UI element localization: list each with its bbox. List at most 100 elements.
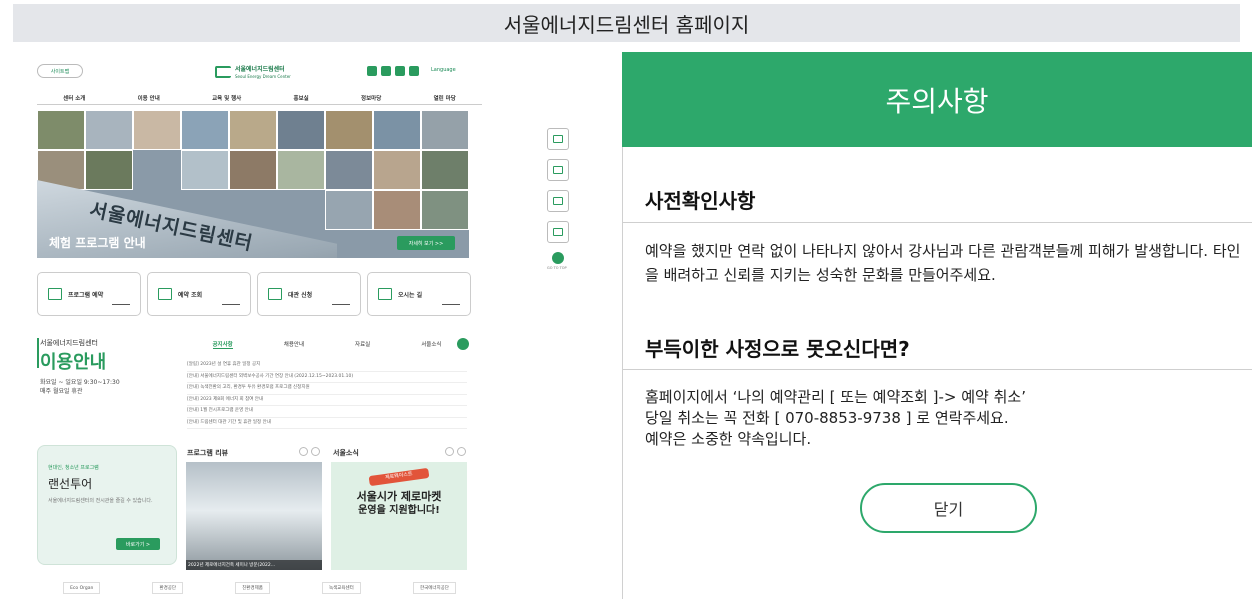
side-quick-menu: GO TO TOP bbox=[547, 128, 575, 270]
hero-banner[interactable]: 서울에너지드림센터 체험 프로그램 안내 자세히 보기 >> bbox=[37, 110, 469, 258]
news-headline-2: 운영을 지원합니다! bbox=[358, 505, 440, 516]
side-reserve-check[interactable] bbox=[547, 159, 569, 181]
partner-logo[interactable]: Eco Organ bbox=[63, 582, 101, 594]
card-title: 랜선투어 bbox=[48, 477, 93, 491]
map-icon bbox=[553, 228, 563, 236]
review-caption: 2022년 제로에너지건축 세미나 방문(2022... bbox=[186, 560, 322, 570]
divider bbox=[623, 222, 1252, 223]
nav-item[interactable]: 센터 소개 bbox=[63, 94, 85, 102]
closed-text: 매주 월요일 휴관 bbox=[40, 388, 83, 395]
photo-tile bbox=[85, 110, 133, 150]
next-icon[interactable] bbox=[457, 447, 466, 456]
sitemap-button[interactable]: 사이트맵 bbox=[37, 64, 83, 78]
photo-tile bbox=[373, 150, 421, 190]
list-item[interactable]: [알림] 2023년 설 연휴 휴관 일정 공지 bbox=[187, 360, 467, 372]
main-nav: 센터 소개 이용 안내 교육 및 행사 홍보실 정보마당 열린 마당 bbox=[37, 94, 482, 102]
partner-logo[interactable]: 환경공단 bbox=[152, 582, 184, 594]
tab-notice[interactable]: 공지사항 bbox=[212, 340, 233, 349]
youtube-icon[interactable] bbox=[409, 66, 419, 76]
photo-tile bbox=[373, 110, 421, 150]
side-directions[interactable] bbox=[547, 221, 569, 243]
caption-text: 서울에너지드림센터 홈페이지 bbox=[503, 12, 750, 37]
nav-item[interactable]: 열린 마당 bbox=[434, 94, 456, 102]
prev-icon[interactable] bbox=[299, 447, 308, 456]
card-go-button[interactable]: 바로가기 > bbox=[116, 538, 160, 550]
quick-program-reserve[interactable]: 프로그램 예약 bbox=[37, 272, 141, 316]
section-title-precheck: 사전확인사항 bbox=[645, 189, 756, 213]
photo-tile bbox=[325, 110, 373, 150]
section-title-cancel: 부득이한 사정으로 못오신다면? bbox=[645, 337, 910, 361]
tab-recruit[interactable]: 채용안내 bbox=[284, 340, 304, 349]
seoul-news-image[interactable]: 제로웨이스트 서울시가 제로마켓 운영을 지원합니다! bbox=[331, 462, 467, 570]
caption-bar: 서울에너지드림센터 홈페이지 bbox=[13, 4, 1240, 42]
arrow-icon bbox=[442, 304, 460, 305]
hero-more-button[interactable]: 자세히 보기 >> bbox=[397, 236, 455, 250]
quick-label: 오시는 길 bbox=[398, 291, 423, 299]
building-icon bbox=[48, 288, 62, 300]
tab-archive[interactable]: 자료실 bbox=[355, 340, 370, 349]
partner-logo[interactable]: 한국에너지공단 bbox=[412, 582, 456, 594]
side-rental[interactable] bbox=[547, 190, 569, 212]
side-program-reserve[interactable] bbox=[547, 128, 569, 150]
close-button[interactable]: 닫기 bbox=[860, 483, 1037, 533]
arrow-icon bbox=[112, 304, 130, 305]
quick-rental[interactable]: 대관 신청 bbox=[257, 272, 361, 316]
list-item[interactable]: [안내] 드림센터 대관 기간 및 휴관 일정 안내 bbox=[187, 418, 467, 429]
nav-item[interactable]: 이용 안내 bbox=[138, 94, 160, 102]
prev-icon[interactable] bbox=[445, 447, 454, 456]
nav-item[interactable]: 정보마당 bbox=[361, 94, 381, 102]
popup-header: 주의사항 bbox=[622, 52, 1252, 147]
nav-item[interactable]: 홍보실 bbox=[294, 94, 309, 102]
photo-tile bbox=[229, 110, 277, 150]
news-headline-1: 서울시가 제로마켓 bbox=[356, 490, 442, 503]
info-title: 이용안내 bbox=[40, 352, 107, 373]
card-desc: 서울에너지드림센터의 전시관을 즐길 수 있습니다. bbox=[48, 498, 153, 504]
news-pager bbox=[445, 447, 466, 456]
partner-logo[interactable]: 친환경제품 bbox=[235, 582, 270, 594]
notice-list: [알림] 2023년 설 연휴 휴관 일정 공지 [안내] 서울에너지드림센터 … bbox=[187, 360, 467, 429]
seoul-news-title: 서울소식 bbox=[333, 449, 359, 457]
quick-directions[interactable]: 오시는 길 bbox=[367, 272, 471, 316]
photo-tile bbox=[421, 150, 469, 190]
accent-bar bbox=[37, 338, 39, 368]
photo-tile bbox=[181, 150, 229, 190]
review-pager bbox=[299, 447, 320, 456]
photo-tile bbox=[277, 110, 325, 150]
partner-logo[interactable]: 녹색교육센터 bbox=[321, 582, 361, 594]
popup-title: 주의사항 bbox=[885, 84, 989, 118]
facebook-icon[interactable] bbox=[381, 66, 391, 76]
divider bbox=[623, 369, 1252, 370]
info-center: 서울에너지드림센터 bbox=[40, 339, 98, 347]
photo-tile bbox=[181, 110, 229, 150]
more-plus-button[interactable] bbox=[457, 338, 469, 350]
lan-tour-card[interactable]: 현대인, 청소년 프로그램 랜선투어 서울에너지드림센터의 전시관을 즐길 수 … bbox=[37, 445, 177, 565]
partner-banner: Eco Organ 환경공단 친환경제품 녹색교육센터 한국에너지공단 bbox=[37, 582, 482, 594]
site-logo[interactable]: 서울에너지드림센터 Seoul Energy Dream Center bbox=[215, 64, 291, 80]
go-to-top-button[interactable] bbox=[552, 252, 564, 264]
photo-tile bbox=[373, 190, 421, 230]
next-icon[interactable] bbox=[311, 447, 320, 456]
map-icon bbox=[378, 288, 392, 300]
building-icon bbox=[553, 135, 563, 143]
blog-icon[interactable] bbox=[367, 66, 377, 76]
site-header: 사이트맵 서울에너지드림센터 Seoul Energy Dream Center … bbox=[37, 64, 482, 80]
list-item[interactable]: [안내] 녹색전환의 고리, 환경투 투유 환경포럼 프로그램 신청지원 bbox=[187, 383, 467, 395]
language-select[interactable]: Language bbox=[431, 67, 456, 73]
hours-text: 화요일 ~ 일요일 9:30~17:30 bbox=[40, 379, 120, 386]
nav-item[interactable]: 교육 및 행사 bbox=[212, 94, 241, 102]
tab-seoul-news[interactable]: 서울소식 bbox=[421, 340, 441, 349]
monitor-icon bbox=[158, 288, 172, 300]
cancel-line: 홈페이지에서 ‘나의 예약관리 [ 또는 예약조회 ]-> 예약 취소’ bbox=[645, 388, 1026, 406]
review-image[interactable]: 2022년 제로에너지건축 세미나 방문(2022... bbox=[186, 462, 322, 570]
list-item[interactable]: [안내] 1월 전시프로그램 운영 안내 bbox=[187, 406, 467, 418]
list-item[interactable]: [안내] 2023 제8회 에너지 회 참여 안내 bbox=[187, 395, 467, 406]
board-tabs: 공지사항 채용안내 자료실 서울소식 bbox=[187, 340, 467, 349]
quick-label: 대관 신청 bbox=[288, 291, 313, 299]
list-item[interactable]: [안내] 서울에너지드림센터 외벽보수공사 기간 연장 안내 (2022.12.… bbox=[187, 372, 467, 383]
quick-reserve-check[interactable]: 예약 조회 bbox=[147, 272, 251, 316]
monitor-icon bbox=[553, 166, 563, 174]
photo-tile bbox=[421, 110, 469, 150]
photo-tile bbox=[229, 150, 277, 190]
instagram-icon[interactable] bbox=[395, 66, 405, 76]
logo-kr: 서울에너지드림센터 bbox=[235, 66, 285, 73]
